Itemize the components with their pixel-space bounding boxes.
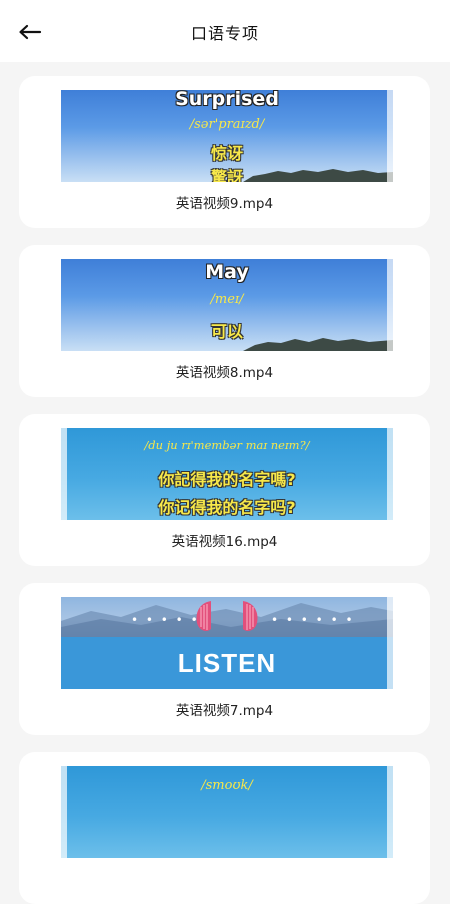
video-thumbnail[interactable]: • • • • • • • • • • • • LISTEN xyxy=(61,597,393,689)
thumbnail-word: LISTEN xyxy=(61,637,393,689)
video-card[interactable]: /du ju rɪ'membər maɪ neɪm?/ 你記得我的名字嗎? 你记… xyxy=(19,414,430,566)
thumbnail-word: Surprised xyxy=(175,90,280,111)
edge-overlay xyxy=(387,597,393,689)
ear-right-icon xyxy=(243,601,258,631)
video-filename: 英语视频8.mp4 xyxy=(175,365,274,381)
edge-overlay xyxy=(387,259,393,351)
edge-overlay xyxy=(61,428,67,520)
hills-graphic xyxy=(243,169,393,182)
header-bar: 口语专项 xyxy=(0,0,450,62)
thumbnail-chinese: 你记得我的名字吗? xyxy=(158,498,296,517)
dots-right: • • • • • • xyxy=(271,613,355,627)
video-filename: 英语视频16.mp4 xyxy=(171,534,278,550)
page-title: 口语专项 xyxy=(190,24,259,43)
edge-overlay xyxy=(61,766,67,858)
thumbnail-chinese-traditional: 你記得我的名字嗎? xyxy=(158,470,296,489)
thumbnail-phonetic: /sər'praɪzd/ xyxy=(189,117,265,132)
thumbnail-chinese: 惊讶 xyxy=(210,144,243,163)
hills-graphic xyxy=(243,338,393,351)
video-card[interactable]: Surprised /sər'praɪzd/ 惊讶 驚訝 英语视频9.mp4 xyxy=(19,76,430,228)
thumbnail-phonetic: /smoʊk/ xyxy=(201,778,253,793)
video-card[interactable]: /smoʊk/ xyxy=(19,752,430,904)
thumbnail-word: May xyxy=(205,261,250,284)
video-card[interactable]: • • • • • • • • • • • • LISTEN 英语视频7.mp4 xyxy=(19,583,430,735)
video-thumbnail[interactable]: /du ju rɪ'membər maɪ neɪm?/ 你記得我的名字嗎? 你记… xyxy=(61,428,393,520)
video-thumbnail[interactable]: /smoʊk/ xyxy=(61,766,393,858)
video-card[interactable]: May /meɪ/ 可以 英语视频8.mp4 xyxy=(19,245,430,397)
ear-left-icon xyxy=(196,601,211,631)
video-filename: 英语视频7.mp4 xyxy=(175,703,274,719)
video-thumbnail[interactable]: Surprised /sər'praɪzd/ 惊讶 驚訝 xyxy=(61,90,393,182)
edge-overlay xyxy=(387,766,393,858)
video-thumbnail[interactable]: May /meɪ/ 可以 xyxy=(61,259,393,351)
edge-overlay xyxy=(387,90,393,182)
mountain-graphic: • • • • • • • • • • • • xyxy=(61,597,393,637)
thumbnail-phonetic: /meɪ/ xyxy=(210,292,244,307)
edge-overlay xyxy=(387,428,393,520)
thumbnail-phonetic: /du ju rɪ'membər maɪ neɪm?/ xyxy=(144,438,310,452)
video-filename: 英语视频9.mp4 xyxy=(175,196,274,212)
